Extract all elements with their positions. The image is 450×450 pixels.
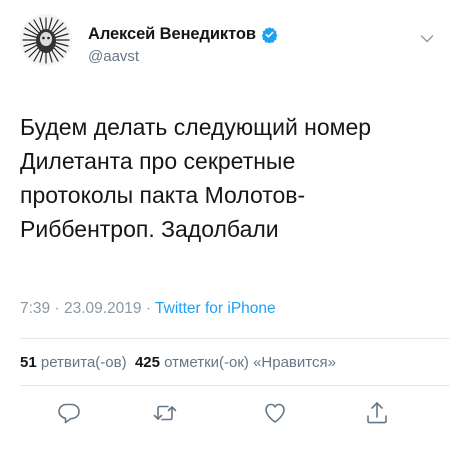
tweet-time[interactable]: 7:39: [20, 300, 50, 317]
share-icon: [367, 402, 387, 424]
retweet-button[interactable]: [152, 400, 178, 426]
likes-count: 425: [134, 354, 160, 371]
avatar[interactable]: [20, 14, 72, 66]
tweet-date[interactable]: 23.09.2019: [64, 300, 142, 317]
likes-stat[interactable]: 425 отметки(-ок) «Нравится»: [135, 354, 336, 371]
author-display-name[interactable]: Алексей Венедиктов: [88, 25, 256, 44]
like-button[interactable]: [262, 400, 288, 426]
reply-button[interactable]: [56, 400, 82, 426]
tweet-source-link[interactable]: Twitter for iPhone: [155, 300, 276, 317]
retweets-stat[interactable]: 51 ретвита(-ов): [20, 354, 127, 371]
avatar-image: [20, 14, 72, 66]
divider: [20, 338, 450, 339]
retweets-count: 51: [20, 354, 37, 371]
author-handle[interactable]: @aavst: [88, 48, 139, 65]
heart-icon: [265, 403, 285, 423]
reply-icon: [58, 403, 80, 424]
retweet-icon: [153, 405, 177, 421]
author-name-row[interactable]: Алексей Венедиктов: [88, 24, 278, 44]
tweet-meta: 7:39 · 23.09.2019 · Twitter for iPhone: [20, 300, 276, 318]
action-bar: [0, 400, 450, 430]
tweet-text-line: протоколы пакта Молотов-: [20, 182, 306, 208]
divider: [20, 385, 450, 386]
retweets-label: ретвита(-ов): [40, 354, 127, 371]
meta-separator: ·: [50, 300, 64, 317]
tweet-text-line: Будем делать следующий номер: [20, 114, 372, 140]
tweet-stats: 51 ретвита(-ов) 425 отметки(-ок) «Нравит…: [20, 354, 336, 371]
verified-badge-icon: [261, 26, 278, 43]
likes-label: отметки(-ок) «Нравится»: [164, 354, 336, 371]
tweet-text-line: Дилетанта про секретные: [20, 148, 296, 174]
tweet-text: Будем делать следующий номер Дилетанта п…: [20, 110, 440, 246]
share-button[interactable]: [364, 400, 390, 426]
tweet-text-line: Риббентроп. Задолбали: [20, 216, 279, 242]
chevron-down-icon[interactable]: [420, 34, 434, 44]
meta-separator: ·: [141, 300, 156, 317]
tweet-card: Алексей Венедиктов @aavst Будем делать с…: [0, 0, 450, 450]
